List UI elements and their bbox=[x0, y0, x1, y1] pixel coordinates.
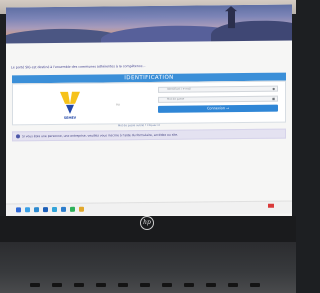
app-icon[interactable] bbox=[52, 206, 57, 213]
page-content: Le porté SIG est destiné à l'ensemble de… bbox=[6, 40, 292, 220]
edge-icon[interactable] bbox=[43, 207, 48, 213]
forgot-password-link[interactable]: Mot de passe oublié ? Cliquez ici bbox=[118, 124, 160, 127]
folder-icon[interactable] bbox=[79, 206, 84, 212]
key bbox=[228, 283, 238, 287]
key bbox=[140, 283, 150, 287]
key bbox=[74, 283, 84, 287]
password-placeholder: Mot de passe bbox=[167, 97, 185, 101]
notice-banner: Si vous êtes une personne, une entrepris… bbox=[12, 128, 286, 142]
key bbox=[52, 283, 62, 287]
key bbox=[96, 283, 106, 287]
search-icon[interactable] bbox=[25, 207, 30, 213]
hp-logo: hp bbox=[140, 216, 154, 230]
notice-text: Si vous êtes une personne, une entrepris… bbox=[22, 132, 179, 139]
app-icon[interactable] bbox=[70, 206, 75, 212]
username-field[interactable]: Identifiant / e-mail ● bbox=[158, 85, 278, 93]
logo-text: SEMEV bbox=[63, 115, 77, 120]
intro-text: Le porté SIG est destiné à l'ensemble de… bbox=[11, 64, 146, 70]
username-placeholder: Identifiant / e-mail bbox=[167, 87, 191, 91]
user-icon: ● bbox=[272, 86, 275, 91]
mail-icon[interactable] bbox=[61, 206, 66, 212]
password-field[interactable]: Mot de passe ■ bbox=[158, 95, 278, 103]
tray-flag-icon[interactable] bbox=[268, 203, 274, 208]
key bbox=[30, 283, 40, 287]
key bbox=[250, 283, 260, 287]
taskview-icon[interactable] bbox=[34, 207, 39, 213]
separator-text: ou bbox=[116, 102, 120, 107]
semev-logo bbox=[60, 91, 80, 114]
start-icon[interactable] bbox=[16, 207, 21, 213]
info-icon bbox=[16, 134, 20, 139]
lock-icon: ■ bbox=[272, 96, 275, 101]
key bbox=[162, 283, 172, 287]
key bbox=[184, 283, 194, 287]
laptop-screen: Le porté SIG est destiné à l'ensemble de… bbox=[6, 4, 292, 220]
landscape-banner bbox=[6, 4, 292, 54]
key bbox=[118, 283, 128, 287]
login-button[interactable]: Connexion → bbox=[158, 104, 278, 113]
key bbox=[206, 283, 216, 287]
tower-silhouette bbox=[228, 10, 235, 29]
